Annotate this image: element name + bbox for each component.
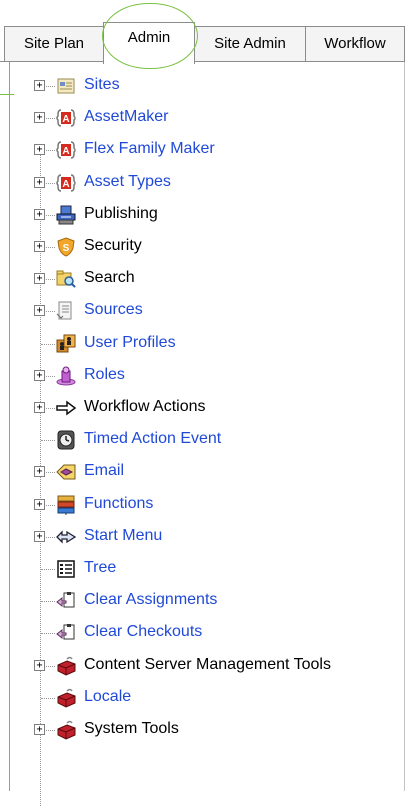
tree-item-clear-checkouts[interactable]: Clear Checkouts (0, 617, 405, 649)
tree-item-sites[interactable]: + Sites (0, 70, 405, 102)
tree-item-flex-family-maker[interactable]: + A Flex Family Maker (0, 134, 405, 166)
expand-plus-icon[interactable]: + (34, 659, 45, 671)
tree-item-label: Publishing (84, 204, 158, 222)
tree-branch-line (41, 601, 55, 603)
flex-family-maker-icon: A (55, 139, 77, 161)
tree-item-label[interactable]: Roles (84, 366, 125, 384)
tree-item-label[interactable]: Asset Types (84, 173, 171, 191)
tab-divider (0, 61, 405, 62)
tab-site-plan[interactable]: Site Plan (4, 26, 104, 62)
expand-plus-icon[interactable]: + (34, 724, 45, 735)
sites-icon (55, 75, 77, 97)
system-tools-icon (55, 719, 77, 741)
tree-item-timed-action-event[interactable]: Timed Action Event (0, 424, 405, 456)
tab-admin[interactable]: Admin (103, 22, 195, 64)
roles-icon (55, 365, 77, 387)
timed-action-icon (55, 429, 77, 451)
tree-item-label: Security (84, 237, 142, 254)
tree-item-label[interactable]: Start Menu (84, 527, 162, 545)
tree-item-label[interactable]: Clear Assignments (84, 591, 217, 609)
tree-icon (55, 558, 77, 580)
user-profiles-icon (55, 333, 77, 355)
svg-text:A: A (62, 179, 69, 190)
expand-plus-icon[interactable]: + (34, 80, 45, 91)
tree-item-sources[interactable]: + Sources (0, 295, 405, 327)
svg-text:S: S (63, 243, 70, 254)
start-menu-icon (55, 526, 77, 548)
workflow-actions-icon (55, 397, 77, 419)
locale-icon (55, 687, 77, 709)
tree-item-label[interactable]: Locale (84, 688, 131, 706)
expand-plus-icon[interactable]: + (34, 530, 45, 542)
tree-item-label[interactable]: User Profiles (84, 334, 176, 352)
clear-checkouts-icon (55, 622, 77, 644)
tree-item-label[interactable]: Sites (84, 76, 120, 94)
tree-item-assetmaker[interactable]: + A AssetMaker (0, 102, 405, 134)
tab-strip: Site Plan Admin Site Admin Workflow (0, 0, 405, 69)
email-icon (55, 461, 77, 483)
svg-text:A: A (62, 114, 69, 125)
tab-workflow[interactable]: Workflow (305, 26, 405, 62)
tree-item-content-server-management-tools[interactable]: + Content Server Management Tools (0, 650, 405, 682)
tree-item-workflow-actions[interactable]: + Workflow Actions (0, 392, 405, 424)
svg-text:A: A (62, 146, 69, 157)
tree-item-label: Content Server Management Tools (84, 655, 331, 673)
expand-plus-icon[interactable]: + (34, 305, 45, 317)
asset-types-icon: A (55, 172, 77, 194)
asset-maker-icon: A (55, 107, 77, 129)
expand-plus-icon[interactable]: + (34, 176, 45, 188)
tree-item-label[interactable]: Tree (84, 559, 116, 577)
expand-plus-icon[interactable]: + (34, 241, 45, 252)
expand-plus-icon[interactable]: + (34, 273, 45, 285)
tree-item-label: System Tools (84, 720, 179, 737)
expand-plus-icon[interactable]: + (34, 112, 45, 124)
search-icon (55, 268, 77, 290)
tree-item-label[interactable]: Email (84, 462, 124, 480)
tree-item-functions[interactable]: + Functions (0, 489, 405, 521)
tree-branch-line (41, 343, 55, 345)
tab-site-admin[interactable]: Site Admin (194, 26, 306, 62)
tree-item-system-tools[interactable]: + System Tools (0, 714, 405, 746)
clear-assignments-icon (55, 590, 77, 612)
tree-item-clear-assignments[interactable]: Clear Assignments (0, 585, 405, 617)
functions-icon (55, 494, 77, 516)
expand-plus-icon[interactable]: + (34, 402, 45, 413)
expand-plus-icon[interactable]: + (34, 498, 45, 510)
tree-branch-line (41, 633, 55, 635)
tree-branch-line (41, 440, 55, 442)
security-icon: S (55, 236, 77, 258)
expand-plus-icon[interactable]: + (34, 369, 45, 381)
expand-plus-icon[interactable]: + (34, 466, 45, 478)
tree-branch-line (41, 697, 55, 699)
tree-branch-line (41, 569, 55, 570)
tree-item-locale[interactable]: Locale (0, 682, 405, 714)
tree-item-label[interactable]: AssetMaker (84, 108, 168, 126)
tree-item-security[interactable]: + S Security (0, 231, 405, 263)
tree-item-label[interactable]: Functions (84, 495, 153, 513)
tree-item-search[interactable]: + Search (0, 263, 405, 295)
tree-item-label: Workflow Actions (84, 398, 206, 415)
tree-item-tree[interactable]: Tree (0, 553, 405, 585)
publishing-icon (55, 204, 77, 226)
tree-item-label: Search (84, 269, 135, 287)
tree-item-user-profiles[interactable]: User Profiles (0, 328, 405, 360)
expand-plus-icon[interactable]: + (34, 208, 45, 220)
tree-item-asset-types[interactable]: + A Asset Types (0, 167, 405, 199)
tree-item-label[interactable]: Clear Checkouts (84, 623, 202, 641)
tree-item-label[interactable]: Flex Family Maker (84, 140, 215, 158)
tree-item-email[interactable]: + Email (0, 456, 405, 488)
tree-item-label[interactable]: Timed Action Event (84, 430, 221, 448)
tree-item-start-menu[interactable]: + Start Menu (0, 521, 405, 553)
tree-item-label[interactable]: Sources (84, 301, 143, 319)
management-tools-icon (55, 655, 77, 677)
tree-item-roles[interactable]: + Roles (0, 360, 405, 392)
expand-plus-icon[interactable]: + (34, 144, 45, 156)
tree-item-publishing[interactable]: + Publishing (0, 199, 405, 231)
sources-icon (55, 300, 77, 322)
